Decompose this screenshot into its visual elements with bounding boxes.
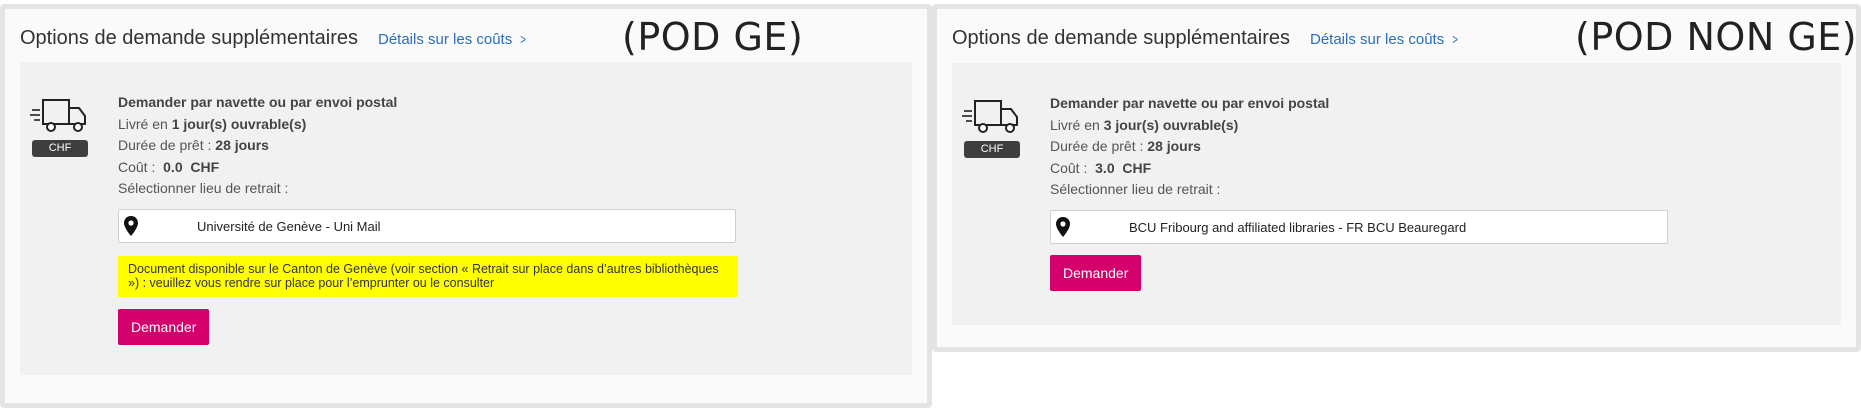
pickup-location-value: BCU Fribourg and affiliated libraries - … [1129,219,1467,235]
loan-duration: Durée de prêt : 28 jours [1050,136,1329,158]
panel-header: Options de demande supplémentaires Détai… [952,27,1459,57]
delivery-time-label: Livré en [118,115,168,132]
delivery-time-label: Livré en [1050,116,1100,133]
panel-title: Options de demande supplémentaires [20,27,358,49]
delivery-time: Livré en 3 jour(s) ouvrable(s) [1050,115,1329,137]
map-pin-icon [1056,217,1070,237]
delivery-details: Demander par navette ou par envoi postal… [118,92,397,200]
request-button[interactable]: Demander [1050,255,1142,291]
loan-duration-label: Durée de prêt : [1050,138,1144,154]
cost-label: Coût : [1050,159,1088,176]
panel-title: Options de demande supplémentaires [952,27,1290,49]
loan-duration-label: Durée de prêt : [118,137,212,153]
pickup-label: Sélectionner lieu de retrait : [118,180,289,196]
loan-duration: Durée de prêt : 28 jours [118,135,397,157]
cost-value: 0.0 CHF [163,158,220,175]
currency-badge: CHF [32,140,88,157]
delivery-details: Demander par navette ou par envoi postal… [1050,93,1329,201]
delivery-icon-group: CHF [962,97,1022,158]
cost-label: Coût : [118,158,156,175]
availability-notice: Document disponible sur le Canton de Gen… [118,256,738,297]
truck-icon [962,100,1018,133]
corner-label: (POD GE) [622,15,804,59]
delivery-option-card: CHF Demander par navette ou par envoi po… [20,62,912,375]
pickup-location-select[interactable]: Université de Genève - Uni Mail [118,209,736,243]
loan-duration-value: 28 jours [215,137,269,153]
truck-icon [30,99,86,132]
pickup-label: Sélectionner lieu de retrait : [1050,181,1221,197]
pickup-location-value: Université de Genève - Uni Mail [197,218,381,234]
cost-details-label: Détails sur les coûts [378,31,513,48]
delivery-time: Livré en 1 jour(s) ouvrable(s) [118,114,397,136]
delivery-method: Demander par navette ou par envoi postal [1050,95,1330,111]
cost-details-link[interactable]: Détails sur les coûts > [1310,31,1459,48]
panel-header: Options de demande supplémentaires Détai… [20,27,527,57]
request-button[interactable]: Demander [118,309,210,345]
delivery-method: Demander par navette ou par envoi postal [118,94,398,110]
delivery-option-card: CHF Demander par navette ou par envoi po… [952,63,1841,325]
delivery-time-value: 1 jour(s) ouvrable(s) [171,115,307,132]
cost: Coût : 0.0 CHF [118,157,397,179]
cost-value: 3.0 CHF [1095,159,1152,176]
currency-badge: CHF [964,141,1020,158]
request-options-panel-non-ge: Options de demande supplémentaires Détai… [932,4,1861,352]
request-options-panel-ge: Options de demande supplémentaires Détai… [0,4,932,408]
cost: Coût : 3.0 CHF [1050,158,1329,180]
delivery-icon-group: CHF [30,96,90,157]
delivery-time-value: 3 jour(s) ouvrable(s) [1103,116,1239,133]
map-pin-icon [124,216,138,236]
cost-details-link[interactable]: Détails sur les coûts > [378,31,527,48]
cost-details-label: Détails sur les coûts [1310,31,1445,48]
chevron-right-icon: > [520,31,527,47]
pickup-location-select[interactable]: BCU Fribourg and affiliated libraries - … [1050,210,1668,244]
chevron-right-icon: > [1452,31,1459,47]
loan-duration-value: 28 jours [1147,138,1201,154]
corner-label: (POD NON GE) [1575,15,1858,59]
